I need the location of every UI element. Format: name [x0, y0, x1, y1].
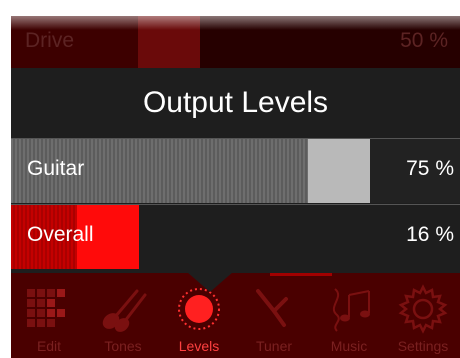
active-tab-pointer — [187, 272, 233, 292]
app-screen: Drive 50 % Output Levels Guitar 75 % Ove… — [0, 0, 460, 358]
output-levels-panel: Output Levels Guitar 75 % Overall 16 % — [11, 68, 460, 273]
drive-label: Drive — [25, 29, 75, 52]
overall-level-label: Overall — [27, 223, 94, 246]
tab-settings[interactable]: Settings — [385, 273, 460, 358]
tab-tones-label: Tones — [104, 338, 142, 354]
tab-tones[interactable]: Tones — [85, 273, 161, 358]
tab-music[interactable]: Music — [311, 273, 387, 358]
tab-edit[interactable]: Edit — [11, 273, 87, 358]
tab-tuner[interactable]: Tuner — [236, 273, 312, 358]
guitar-level-value: 75 % — [406, 157, 454, 180]
gear-icon — [398, 284, 448, 334]
music-notes-icon — [332, 288, 370, 332]
tab-tuner-label: Tuner — [255, 338, 293, 354]
guitar-level-slider[interactable]: Guitar 75 % — [11, 138, 460, 203]
panel-title: Output Levels — [142, 86, 329, 119]
tab-levels-label: Levels — [178, 338, 220, 354]
guitars-icon — [102, 289, 147, 332]
tab-edit-label: Edit — [36, 338, 62, 354]
overall-level-slider[interactable]: Overall 16 % — [11, 204, 460, 269]
guitar-level-thumb[interactable] — [308, 139, 370, 203]
top-fade-overlay — [0, 0, 460, 30]
tab-settings-label: Settings — [397, 338, 449, 354]
tuning-fork-icon — [256, 289, 288, 327]
guitar-level-label: Guitar — [27, 157, 85, 180]
tab-bar: Edit Tones Levels Tuner Music Settings — [11, 272, 460, 358]
overall-level-value: 16 % — [406, 223, 454, 246]
drive-value: 50 % — [400, 29, 448, 52]
tab-music-label: Music — [330, 338, 368, 354]
grid-icon — [27, 289, 65, 327]
